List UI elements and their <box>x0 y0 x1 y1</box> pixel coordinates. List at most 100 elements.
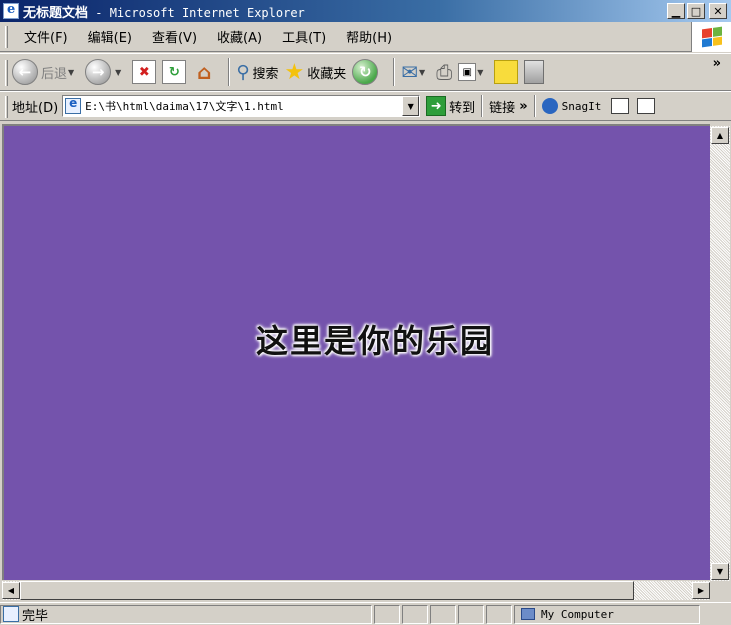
window-title-sep: - <box>88 5 110 20</box>
address-dropdown-button[interactable]: ▼ <box>402 96 420 116</box>
scrollbar-corner <box>710 581 730 600</box>
messenger-icon <box>524 60 545 84</box>
minimize-button[interactable]: ▁ <box>667 3 685 19</box>
forward-dropdown-icon[interactable]: ▼ <box>115 68 121 77</box>
status-pane <box>374 604 400 624</box>
snagit-window-icon[interactable] <box>611 98 630 114</box>
history-button[interactable]: ↻ <box>352 59 381 85</box>
status-text: 完毕 <box>22 608 49 624</box>
close-button[interactable]: ✕ <box>709 3 727 19</box>
snagit-button[interactable]: SnagIt <box>541 98 602 114</box>
windows-flag-icon <box>701 26 722 48</box>
window-title-cn: 无标题文档 <box>23 5 89 21</box>
edit-button[interactable]: ▣ ▼ <box>458 63 488 81</box>
mail-dropdown-icon[interactable]: ▼ <box>419 68 425 77</box>
menu-grip[interactable] <box>5 26 8 48</box>
address-input[interactable]: E:\书\html\daima\17\文字\1.html ▼ <box>62 95 421 117</box>
refresh-icon: ↻ <box>162 60 187 84</box>
windows-logo <box>691 22 731 52</box>
page-heading: 这里是你的乐园 <box>256 322 495 360</box>
status-pane <box>430 604 456 624</box>
links-label: 链接 <box>489 100 516 116</box>
menu-favorites[interactable]: 收藏(A) <box>207 27 272 46</box>
toolbar-separator <box>228 58 231 86</box>
home-icon: ⌂ <box>197 60 212 84</box>
toolbar-separator <box>393 58 396 86</box>
status-pane <box>458 604 484 624</box>
toolbar-grip[interactable] <box>5 60 8 86</box>
note-icon <box>494 60 519 84</box>
discuss-button[interactable] <box>494 60 519 84</box>
zone-label: My Computer <box>541 607 614 621</box>
refresh-button[interactable]: ↻ <box>162 60 187 84</box>
stop-icon: ✖ <box>132 60 157 84</box>
home-button[interactable]: ⌂ <box>192 60 216 84</box>
scroll-left-button[interactable]: ◀ <box>2 582 20 599</box>
printer-icon: ⎙ <box>436 60 453 84</box>
back-dropdown-icon[interactable]: ▼ <box>68 68 74 77</box>
forward-arrow-icon: → <box>85 59 112 85</box>
done-page-icon <box>3 606 19 622</box>
window-controls: ▁ □ ✕ <box>667 3 727 19</box>
menu-tools[interactable]: 工具(T) <box>272 27 336 46</box>
history-icon: ↻ <box>352 59 379 85</box>
go-label: 转到 <box>449 100 476 116</box>
page-icon <box>65 96 82 114</box>
search-icon: ⚲ <box>236 61 250 83</box>
back-button[interactable]: ← 后退 ▼ <box>12 59 79 85</box>
forward-button[interactable]: → ▼ <box>85 59 126 85</box>
address-separator <box>533 95 536 117</box>
scroll-up-button[interactable]: ▲ <box>711 127 729 144</box>
print-button[interactable]: ⎙ <box>436 60 452 84</box>
horizontal-scroll-thumb[interactable] <box>20 581 634 600</box>
scroll-right-button[interactable]: ▶ <box>692 582 710 599</box>
horizontal-scrollbar[interactable]: ◀ ▶ <box>2 581 710 600</box>
address-bar: 地址(D) E:\书\html\daima\17\文字\1.html ▼ ➜ 转… <box>0 91 731 121</box>
ie-icon <box>3 2 19 19</box>
maximize-button[interactable]: □ <box>687 3 705 19</box>
edit-dropdown-icon[interactable]: ▼ <box>477 68 483 77</box>
address-grip[interactable] <box>5 96 8 118</box>
window-title: 无标题文档 - Microsoft Internet Explorer <box>23 2 305 21</box>
menu-view[interactable]: 查看(V) <box>142 27 207 46</box>
address-separator <box>481 95 484 117</box>
back-label: 后退 <box>41 66 68 82</box>
status-bar: 完毕 My Computer <box>0 602 731 625</box>
search-label: 搜索 <box>252 66 279 82</box>
favorites-button[interactable]: ★ 收藏夹 <box>285 60 347 85</box>
star-icon: ★ <box>284 59 305 85</box>
edit-icon: ▣ <box>458 63 477 81</box>
toolbar-more[interactable]: » <box>713 56 721 71</box>
scroll-down-button[interactable]: ▼ <box>711 563 729 580</box>
standard-toolbar: ← 后退 ▼ → ▼ ✖ ↻ ⌂ ⚲ 搜索 ★ 收藏夹 ↻ ✉ ▼ ⎙ ▣ ▼ <box>0 53 731 91</box>
snagit-label: SnagIt <box>561 99 602 113</box>
computer-icon <box>521 608 535 620</box>
mail-button[interactable]: ✉ ▼ <box>401 60 430 84</box>
mail-icon: ✉ <box>401 60 419 84</box>
status-main: 完毕 <box>0 604 372 624</box>
search-button[interactable]: ⚲ 搜索 <box>236 62 278 83</box>
window-title-app: Microsoft Internet Explorer <box>109 5 305 20</box>
menu-help[interactable]: 帮助(H) <box>336 27 402 46</box>
links-more[interactable]: » <box>519 99 527 114</box>
messenger-button[interactable] <box>524 60 545 84</box>
favorites-label: 收藏夹 <box>307 66 347 82</box>
snagit-capture-icon[interactable] <box>637 98 656 114</box>
menu-file[interactable]: 文件(F) <box>14 27 78 46</box>
status-zone: My Computer <box>514 604 700 624</box>
address-label: 地址(D) <box>12 100 59 116</box>
stop-button[interactable]: ✖ <box>132 60 157 84</box>
vertical-scrollbar[interactable]: ▲ ▼ <box>710 126 730 581</box>
go-button[interactable]: ➜ 转到 <box>426 96 475 116</box>
links-button[interactable]: 链接 » <box>489 97 527 116</box>
snagit-icon <box>541 98 558 114</box>
address-url[interactable]: E:\书\html\daima\17\文字\1.html <box>85 98 284 114</box>
status-pane <box>402 604 428 624</box>
title-bar: 无标题文档 - Microsoft Internet Explorer ▁ □ … <box>0 0 731 22</box>
back-arrow-icon: ← <box>12 59 38 85</box>
menu-edit[interactable]: 编辑(E) <box>78 27 142 46</box>
status-pane <box>486 604 512 624</box>
page-content: 这里是你的乐园 <box>2 124 710 580</box>
go-arrow-icon: ➜ <box>426 96 447 116</box>
menu-bar: 文件(F) 编辑(E) 查看(V) 收藏(A) 工具(T) 帮助(H) <box>0 22 731 52</box>
